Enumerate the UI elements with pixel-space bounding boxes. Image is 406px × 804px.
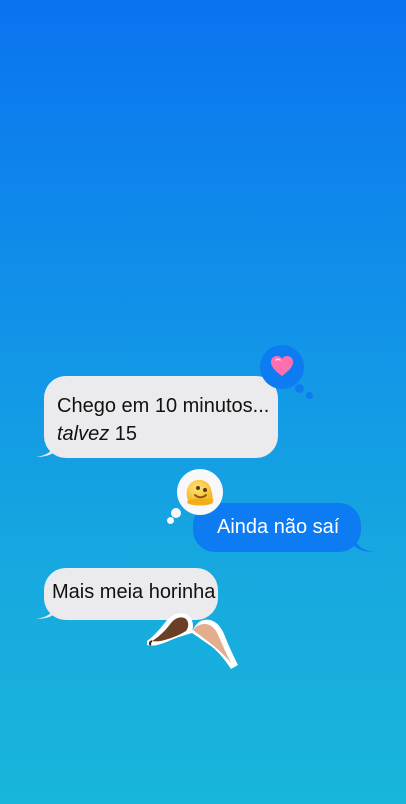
melting-face-icon bbox=[186, 479, 214, 506]
reaction-bubble-dot bbox=[306, 392, 313, 399]
incoming-message-1[interactable]: Chego em 10 minutos... talvez 15 bbox=[36, 376, 278, 458]
incoming-message-1-rest-text: 15 bbox=[109, 423, 138, 445]
heart-reaction-badge[interactable] bbox=[260, 345, 304, 389]
incoming-bubble-tail-icon bbox=[36, 600, 56, 619]
messages-screen: Chego em 10 minutos... talvez 15 Ainda n… bbox=[0, 0, 406, 804]
emoji-reaction-badge[interactable] bbox=[177, 469, 223, 515]
reaction-bubble-dot bbox=[295, 384, 304, 393]
incoming-message-1-line-1: Chego em 10 minutos... bbox=[57, 395, 270, 417]
heart-hands-sticker-icon[interactable] bbox=[140, 607, 245, 679]
incoming-bubble-tail-icon bbox=[36, 438, 56, 457]
incoming-message-1-italic-text: talvez bbox=[57, 423, 110, 445]
reaction-bubble-dot bbox=[167, 517, 174, 524]
heart-icon bbox=[271, 356, 293, 376]
reaction-bubble-dot bbox=[171, 508, 181, 518]
incoming-message-1-line-2: talvez 15 bbox=[57, 419, 137, 450]
outgoing-bubble-tail-icon bbox=[354, 533, 374, 552]
incoming-message-2-text: Mais meia horinha bbox=[52, 581, 216, 603]
outgoing-message-1-text: Ainda não saí bbox=[217, 516, 340, 538]
